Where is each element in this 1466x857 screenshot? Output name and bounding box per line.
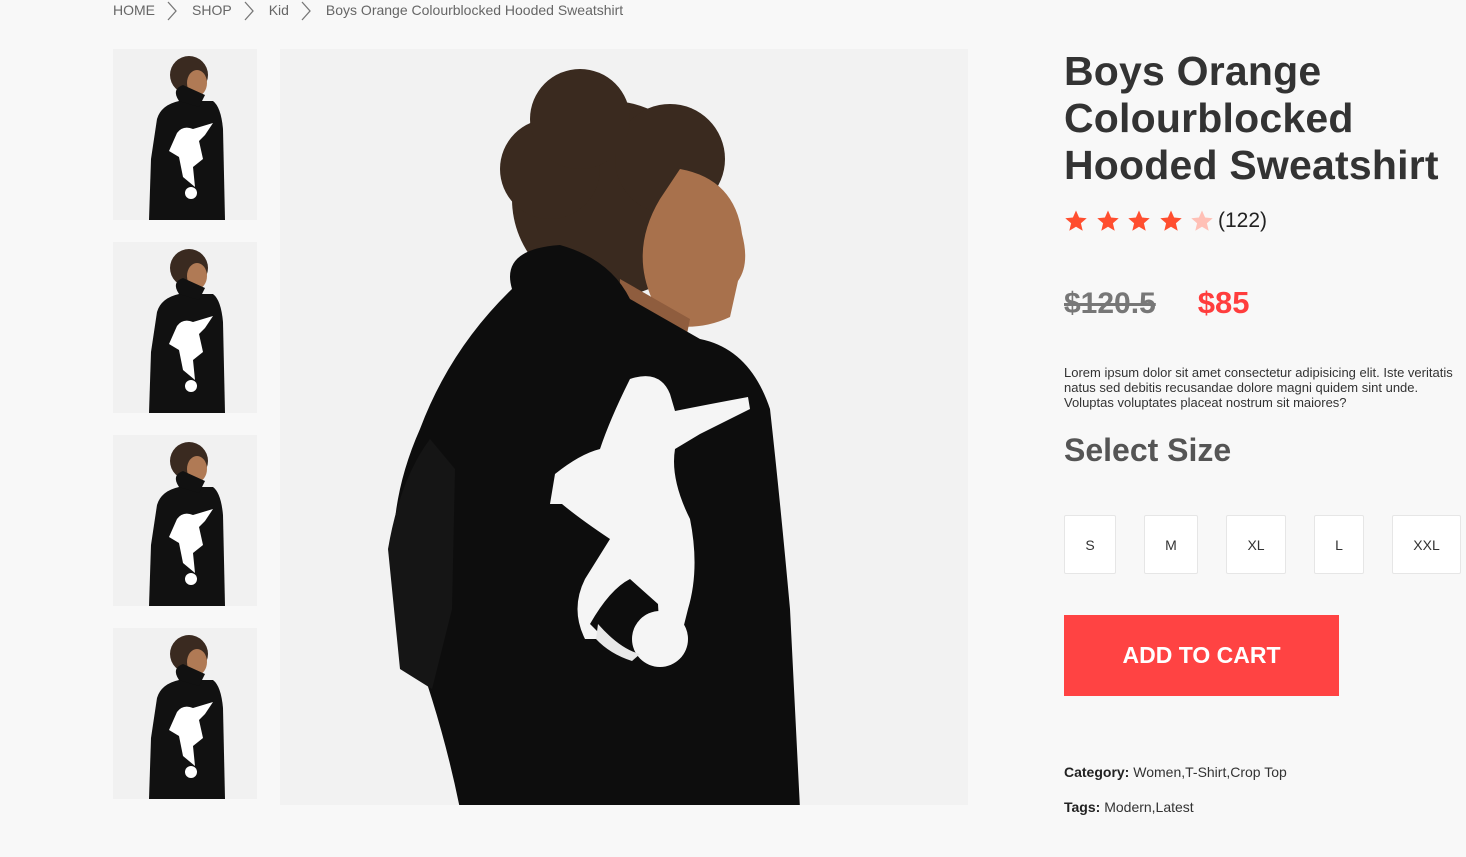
product-thumbnail[interactable] [113, 628, 257, 799]
product-thumbnail-image [113, 435, 257, 606]
product-info: Boys Orange Colourblocked Hooded Sweatsh… [1064, 48, 1464, 815]
rating-count[interactable]: (122) [1218, 209, 1267, 233]
breadcrumb-shop[interactable]: SHOP [192, 2, 232, 18]
product-thumbnail[interactable] [113, 49, 257, 220]
size-option-s[interactable]: S [1064, 515, 1116, 574]
product-category: Category: Women,T-Shirt,Crop Top [1064, 764, 1287, 780]
category-value[interactable]: Women,T-Shirt,Crop Top [1133, 764, 1287, 780]
star-filled-icon [1128, 210, 1150, 231]
product-thumbnail-image [113, 628, 257, 799]
product-title: Boys Orange Colourblocked Hooded Sweatsh… [1064, 48, 1464, 189]
size-option-m[interactable]: M [1144, 515, 1198, 574]
category-label: Category: [1064, 764, 1130, 780]
product-description: Lorem ipsum dolor sit amet consectetur a… [1064, 365, 1453, 410]
star-filled-icon [1065, 210, 1087, 231]
thumbnail-gallery [113, 49, 257, 821]
add-to-cart-button[interactable]: ADD TO CART [1064, 615, 1339, 696]
size-option-xl[interactable]: XL [1226, 515, 1286, 574]
sale-price: $85 [1197, 285, 1250, 320]
product-thumbnail-image [113, 49, 257, 220]
star-filled-icon [1096, 210, 1119, 231]
original-price: $120.5 [1064, 287, 1156, 320]
size-option-l[interactable]: L [1314, 515, 1364, 574]
chevron-right-icon [165, 0, 181, 21]
select-size-heading: Select Size [1064, 432, 1232, 468]
chevron-right-icon [299, 0, 315, 21]
product-tags: Tags: Modern,Latest [1064, 799, 1194, 815]
breadcrumb-home[interactable]: HOME [113, 2, 155, 18]
tags-label: Tags: [1064, 799, 1101, 815]
size-option-xxl[interactable]: XXL [1392, 515, 1461, 574]
price-block: $120.5 $85 [1064, 285, 1464, 321]
product-thumbnail-image [113, 242, 257, 413]
star-empty-icon [1191, 210, 1214, 231]
product-title-line: Hooded Sweatshirt [1064, 142, 1439, 188]
star-filled-icon [1160, 210, 1182, 231]
product-title-line: Colourblocked [1064, 95, 1354, 141]
product-thumbnail[interactable] [113, 242, 257, 413]
breadcrumb-current: Boys Orange Colourblocked Hooded Sweatsh… [325, 2, 624, 18]
product-thumbnail[interactable] [113, 435, 257, 606]
breadcrumb-kid[interactable]: Kid [269, 2, 289, 18]
product-main-image [280, 49, 968, 805]
breadcrumb: HOME SHOP Kid Boys Orange Colourblocked … [113, 0, 624, 21]
product-page: HOME SHOP Kid Boys Orange Colourblocked … [0, 0, 1466, 857]
chevron-right-icon [242, 0, 258, 21]
tags-value[interactable]: Modern,Latest [1104, 799, 1194, 815]
product-title-line: Boys Orange [1064, 48, 1322, 94]
size-options: S M XL L XXL [1064, 515, 1464, 574]
product-rating: (122) [1064, 209, 1464, 233]
